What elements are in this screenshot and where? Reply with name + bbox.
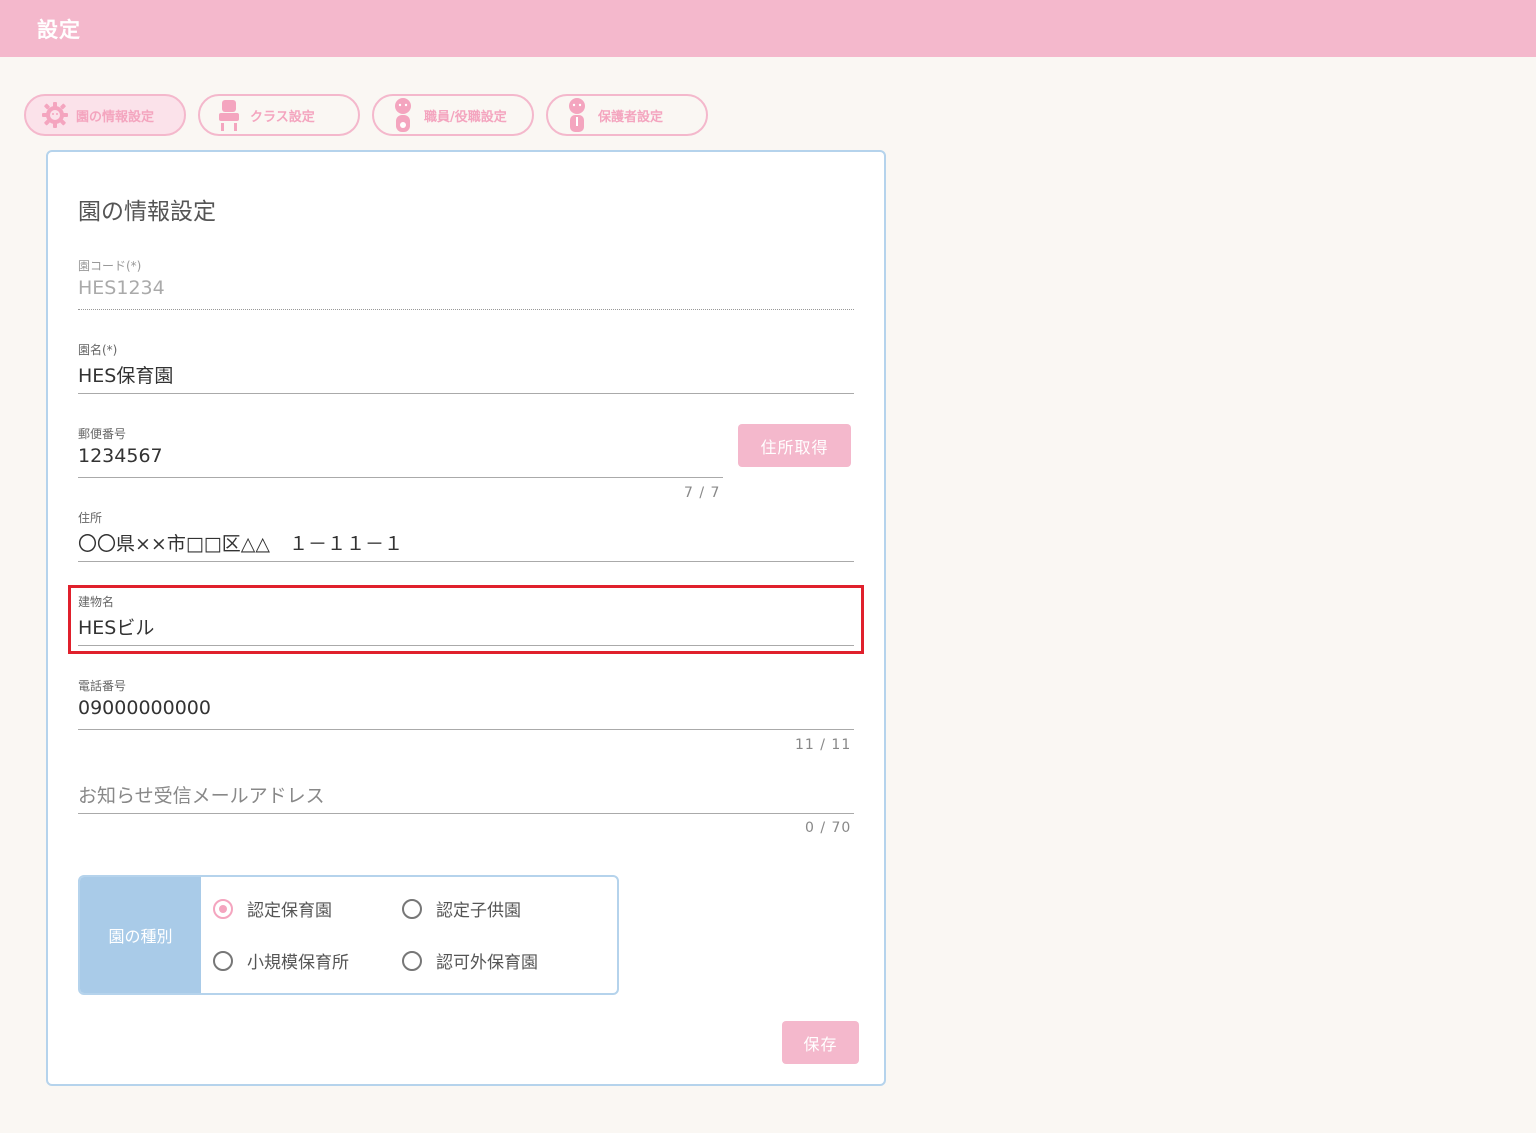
radio-label: 認定保育園 [247,901,332,921]
radio-button-icon[interactable] [213,950,233,971]
radio-certified-kodomoen[interactable]: 認定子供園 [402,896,521,921]
school-name-input[interactable]: HES保育園 [78,361,173,388]
tab-label: クラス設定 [250,109,315,125]
address-label: 住所 [78,511,103,525]
email-input[interactable]: お知らせ受信メールアドレス [78,781,325,808]
tab-class-settings[interactable]: クラス設定 [198,94,360,136]
building-underline [78,645,854,646]
school-name-label: 園名(*) [78,343,118,357]
form-title: 園の情報設定 [78,199,216,225]
school-name-underline [78,393,854,394]
radio-button-icon[interactable] [402,950,422,971]
tab-label: 職員/役職設定 [424,109,507,125]
school-code-underline [78,309,854,310]
phone-input[interactable]: 09000000000 [78,697,211,719]
school-code-label: 園コード(*) [78,259,142,273]
staff-icon [388,98,418,132]
postal-code-label: 郵便番号 [78,427,127,441]
tab-school-info[interactable]: 園の情報設定 [24,94,186,136]
radio-small-nursery[interactable]: 小規模保育所 [213,948,349,973]
building-field-highlight [68,585,864,654]
address-input[interactable]: 〇〇県××市□□区△△ １－１１－１ [78,529,403,556]
radio-label: 小規模保育所 [247,953,349,973]
radio-certified-nursery[interactable]: 認定保育園 [213,896,332,921]
postal-code-underline [78,477,723,478]
tab-guardian-settings[interactable]: 保護者設定 [546,94,708,136]
teacher-icon [214,98,244,132]
top-bar: 設定 [0,0,1536,57]
school-kind-group: 園の種別 認定保育園 認定子供園 小規模保育所 認可外保育園 [78,875,619,995]
building-label: 建物名 [78,595,115,609]
phone-label: 電話番号 [78,679,127,693]
get-address-button[interactable]: 住所取得 [738,424,851,467]
address-underline [78,561,854,562]
phone-counter: 11 / 11 [795,737,852,753]
radio-button-icon[interactable] [402,898,422,919]
guardian-icon [562,98,592,132]
school-code-value: HES1234 [78,277,165,299]
gear-icon [40,98,70,132]
tab-staff-settings[interactable]: 職員/役職設定 [372,94,534,136]
radio-label: 認定子供園 [436,901,521,921]
radio-label: 認可外保育園 [436,953,538,973]
save-button[interactable]: 保存 [782,1021,859,1064]
page-title: 設定 [37,18,81,42]
postal-code-counter: 7 / 7 [684,485,721,501]
building-input[interactable]: HESビル [78,613,154,640]
phone-underline [78,729,854,730]
school-info-card: 園の情報設定 園コード(*) HES1234 園名(*) HES保育園 郵便番号… [46,150,886,1086]
radio-unlicensed-nursery[interactable]: 認可外保育園 [402,948,538,973]
postal-code-input[interactable]: 1234567 [78,445,163,467]
email-counter: 0 / 70 [805,820,852,836]
tab-label: 園の情報設定 [76,109,155,125]
radio-button-icon[interactable] [213,898,233,919]
email-underline [78,813,854,814]
tab-label: 保護者設定 [598,109,664,125]
school-kind-label: 園の種別 [80,877,201,993]
